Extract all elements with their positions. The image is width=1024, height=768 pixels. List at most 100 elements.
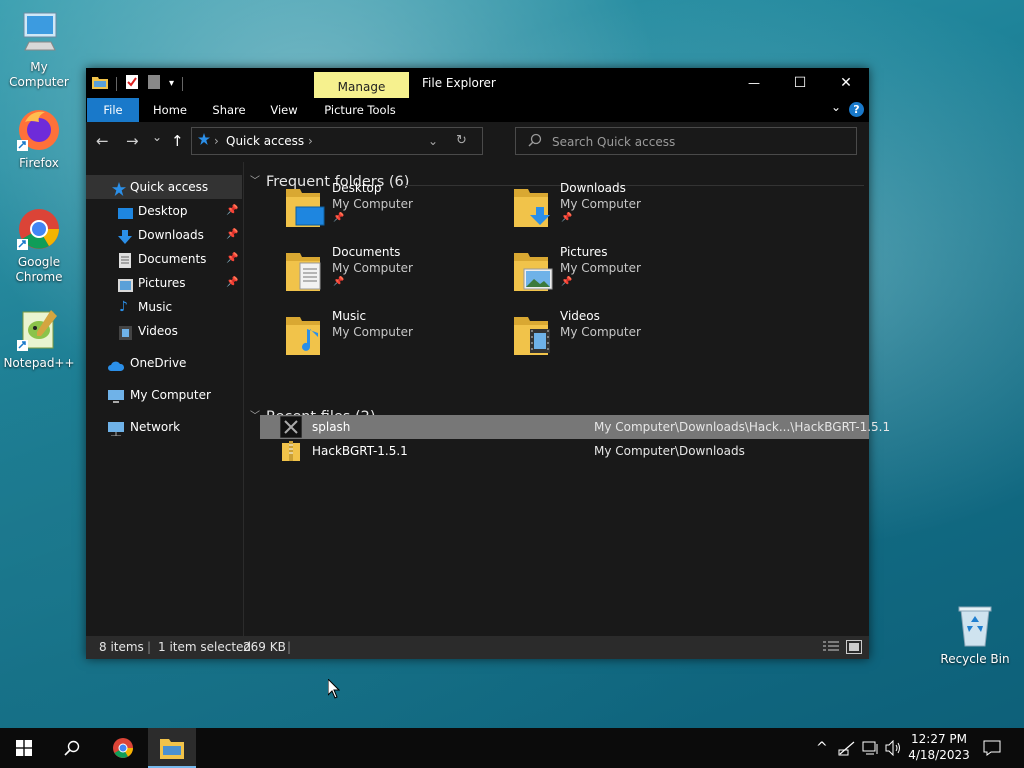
forward-button[interactable]: → [126, 132, 139, 150]
details-view-icon[interactable] [823, 641, 839, 656]
tab-share[interactable]: Share [206, 98, 252, 122]
properties-icon[interactable] [125, 74, 139, 93]
nav-item-videos[interactable]: Videos [86, 319, 242, 343]
nav-item-onedrive[interactable]: OneDrive [86, 351, 242, 375]
search-icon [528, 133, 542, 150]
pin-icon: 📌 [226, 277, 239, 288]
pin-icon: 📌 [561, 213, 573, 223]
taskbar-chrome-button[interactable] [99, 728, 147, 768]
clock-time: 12:27 PM [911, 732, 967, 746]
customize-toolbar-icon[interactable]: ▾ [169, 78, 174, 89]
volume-icon[interactable] [885, 739, 903, 757]
tab-file[interactable]: File [87, 98, 139, 122]
nav-item-network[interactable]: Network [86, 415, 242, 439]
nav-item-label: Network [130, 420, 181, 434]
folder-tile-documents[interactable]: Documents My Computer 📌 [286, 245, 506, 297]
folder-location: My Computer [332, 197, 413, 211]
nav-item-downloads[interactable]: Downloads 📌 [86, 223, 242, 247]
nav-item-label: Quick access [130, 180, 209, 194]
recent-locations-button[interactable]: ⌄ [152, 130, 162, 144]
downloads-folder-icon [514, 185, 552, 227]
minimize-icon: — [748, 76, 760, 90]
desktop-icon-google-chrome[interactable]: Google Chrome [1, 205, 77, 285]
system-clock[interactable]: 12:27 PM 4/18/2023 [906, 731, 972, 763]
nav-item-label: My Computer [130, 388, 211, 402]
quick-access-star-icon [198, 133, 210, 148]
help-icon[interactable]: ? [849, 102, 864, 117]
nav-item-label: Desktop [138, 204, 188, 218]
taskbar-file-explorer-button[interactable] [148, 728, 196, 768]
back-button[interactable]: ← [96, 132, 109, 150]
tab-picture-tools[interactable]: Picture Tools [320, 98, 400, 122]
nav-item-quick-access[interactable]: Quick access [86, 175, 242, 199]
nav-item-my-computer[interactable]: My Computer [86, 383, 242, 407]
folder-tile-downloads[interactable]: Downloads My Computer 📌 [514, 181, 734, 233]
nav-item-label: OneDrive [130, 356, 187, 370]
minimize-button[interactable]: — [731, 68, 777, 98]
clock-date: 4/18/2023 [908, 748, 970, 762]
tab-home[interactable]: Home [148, 98, 192, 122]
title-bar[interactable]: ▾ Manage File Explorer — ☐ ✕ [86, 68, 869, 98]
desktop-icon-my-computer[interactable]: My Computer [1, 10, 77, 90]
search-input[interactable] [550, 132, 844, 152]
large-icons-view-icon[interactable] [846, 640, 862, 657]
cloud-icon [108, 356, 125, 371]
network-status-icon[interactable] [838, 740, 856, 756]
content-pane: ﹀ Frequent folders (6) Desktop My Compute… [244, 162, 890, 636]
collapse-caret-icon: ﹀ [250, 176, 260, 187]
nav-item-desktop[interactable]: Desktop 📌 [86, 199, 242, 223]
desktop-icon-firefox[interactable]: Firefox [1, 106, 77, 171]
device-icon[interactable] [862, 740, 880, 756]
address-bar[interactable]: › Quick access › ⌄ ↻ [191, 127, 483, 155]
expand-ribbon-icon[interactable]: ⌄ [831, 100, 841, 114]
maximize-icon: ☐ [793, 75, 807, 91]
video-icon [119, 324, 134, 340]
documents-folder-icon [286, 249, 324, 291]
nav-item-documents[interactable]: Documents 📌 [86, 247, 242, 271]
desktop-icon-notepad-plus-plus[interactable]: Notepad++ [1, 306, 77, 371]
search-box[interactable] [515, 127, 857, 155]
selection-count: 1 item selected [158, 640, 252, 654]
chrome-icon [15, 205, 63, 253]
zip-folder-icon [282, 441, 300, 469]
address-dropdown-icon[interactable]: ⌄ [428, 128, 438, 154]
address-separator[interactable]: › [308, 128, 313, 154]
show-hidden-icons-button[interactable]: ^ [816, 728, 828, 768]
folder-tile-pictures[interactable]: Pictures My Computer 📌 [514, 245, 734, 297]
file-explorer-window: ▾ Manage File Explorer — ☐ ✕ File Home S… [86, 68, 890, 659]
contextual-tab-manage[interactable]: Manage [314, 72, 409, 98]
folder-name: Music [332, 309, 367, 323]
refresh-icon[interactable]: ↻ [456, 128, 467, 154]
folder-location: My Computer [332, 325, 413, 339]
chrome-icon [113, 738, 133, 758]
notifications-icon[interactable] [983, 740, 1001, 756]
computer-icon [108, 388, 124, 403]
recent-file-row[interactable]: splash My Computer\Downloads\Hack...\Hac… [260, 415, 890, 439]
navigation-pane: Quick access Desktop 📌 Downloads 📌 Docum… [86, 162, 244, 636]
close-button[interactable]: ✕ [823, 68, 869, 98]
start-button[interactable] [0, 728, 48, 768]
file-path: My Computer\Downloads\Hack...\HackBGRT-1… [594, 420, 891, 434]
pin-icon: 📌 [333, 277, 345, 287]
recent-file-row[interactable]: HackBGRT-1.5.1 My Computer\Downloads [260, 439, 869, 463]
desktop-icon-recycle-bin[interactable]: Recycle Bin [937, 602, 1013, 667]
network-icon [108, 420, 124, 437]
new-folder-icon[interactable] [147, 74, 161, 93]
folder-tile-music[interactable]: Music My Computer [286, 309, 506, 361]
star-icon [112, 180, 127, 196]
search-icon [64, 740, 80, 756]
folder-tile-videos[interactable]: Videos My Computer [514, 309, 734, 361]
maximize-button[interactable]: ☐ [777, 68, 823, 98]
folder-name: Desktop [332, 181, 382, 195]
tab-view[interactable]: View [266, 98, 302, 122]
folder-name: Downloads [560, 181, 626, 195]
address-path[interactable]: Quick access [226, 128, 304, 154]
nav-item-pictures[interactable]: Pictures 📌 [86, 271, 242, 295]
folder-tile-desktop[interactable]: Desktop My Computer 📌 [286, 181, 506, 233]
search-button[interactable] [48, 728, 96, 768]
ribbon-tab-bar: File Home Share View Picture Tools ⌄ ? [86, 98, 869, 122]
up-button[interactable]: ↑ [171, 132, 184, 150]
firefox-icon [15, 106, 63, 154]
desktop-icon-label: Recycle Bin [940, 652, 1010, 666]
nav-item-music[interactable]: ♪ Music [86, 295, 242, 319]
